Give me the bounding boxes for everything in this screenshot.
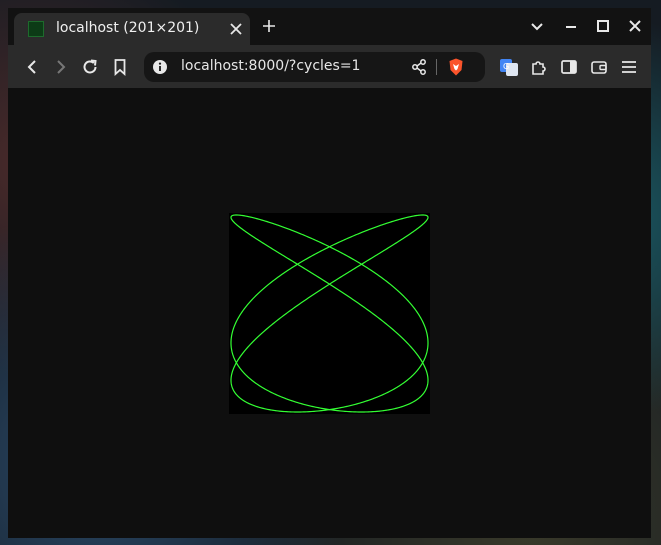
forward-icon[interactable] [51, 57, 71, 77]
lissajous-plot [230, 214, 429, 413]
menu-icon[interactable] [619, 57, 639, 77]
address-divider [436, 59, 437, 75]
close-window-icon[interactable] [626, 17, 644, 35]
maximize-icon[interactable] [594, 17, 612, 35]
lissajous-canvas [229, 213, 430, 414]
share-icon[interactable] [410, 58, 428, 76]
extensions-icon[interactable] [529, 57, 549, 77]
plus-icon[interactable] [260, 17, 278, 35]
browser-tab[interactable]: localhost (201×201) [14, 13, 250, 45]
address-bar[interactable]: localhost:8000/?cycles=1 [144, 52, 485, 82]
bookmark-icon[interactable] [110, 57, 130, 77]
navigation-toolbar: localhost:8000/?cycles=1 G [8, 45, 651, 88]
tab-bar: localhost (201×201) [8, 8, 651, 46]
page-viewport [8, 88, 651, 538]
grid-favicon-icon [28, 21, 44, 37]
reload-icon[interactable] [80, 57, 100, 77]
close-icon[interactable] [228, 21, 244, 37]
lissajous-curve [230, 214, 429, 413]
brave-shield-icon[interactable] [446, 57, 466, 77]
tab-title: localhost (201×201) [56, 20, 200, 36]
chevron-down-icon[interactable] [528, 17, 546, 35]
minimize-icon[interactable] [562, 17, 580, 35]
wallet-icon[interactable] [589, 57, 609, 77]
svg-text:G: G [503, 62, 509, 71]
info-icon[interactable] [152, 59, 168, 75]
translate-icon[interactable]: G [499, 57, 519, 77]
browser-window: localhost (201×201) localhost:8000/?cycl… [8, 8, 651, 538]
sidebar-icon[interactable] [559, 57, 579, 77]
back-icon[interactable] [22, 57, 42, 77]
url-text[interactable]: localhost:8000/?cycles=1 [181, 58, 360, 74]
